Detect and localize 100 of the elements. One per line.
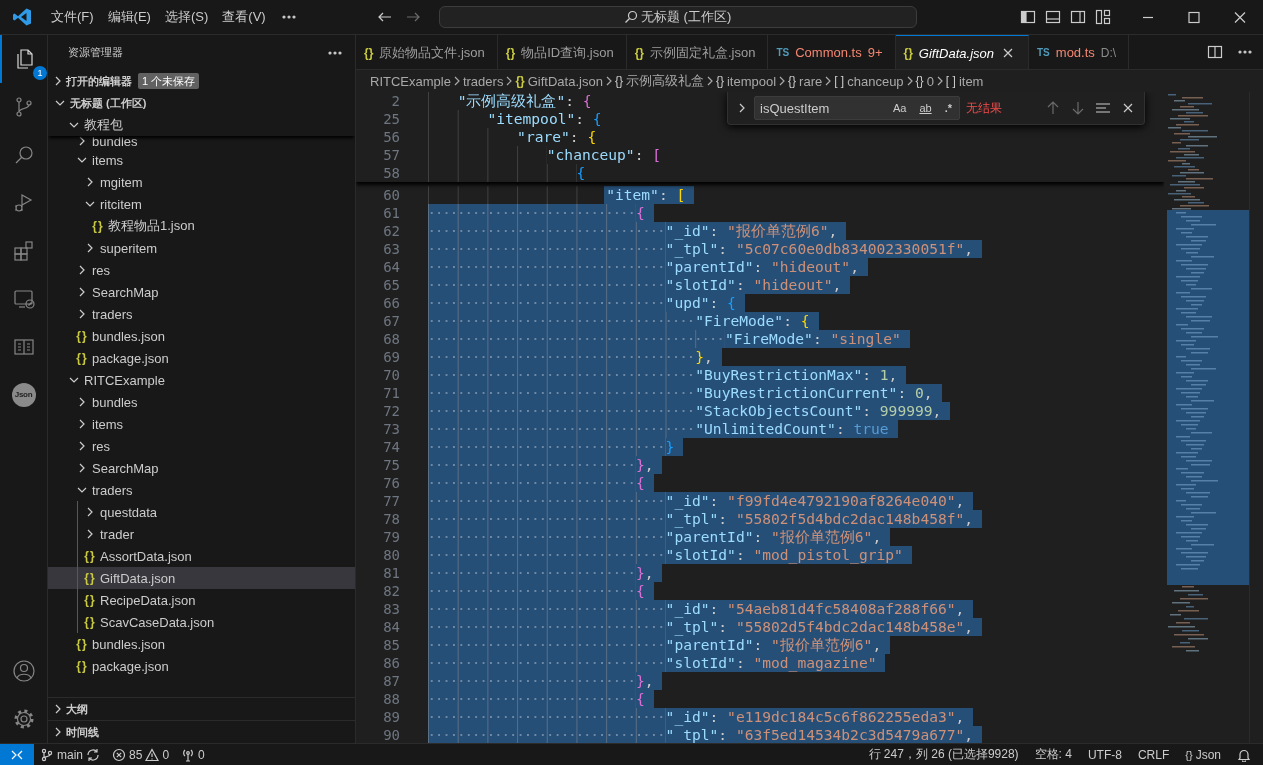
section-header[interactable]: 大纲 (66, 701, 88, 717)
breadcrumb-item[interactable]: {} rare (788, 73, 823, 89)
line-number: 58 (382, 164, 400, 182)
typescript-file-icon: TS (776, 47, 790, 58)
command-center[interactable]: 无标题 (工作区) (438, 6, 917, 28)
cursor-position[interactable]: 行 247，列 26 (已选择9928) (868, 746, 1019, 763)
indentation-item[interactable]: 空格: 4 (1034, 746, 1072, 763)
tree-item[interactable]: mgitem (48, 171, 355, 193)
ports-item[interactable]: 0 (181, 747, 205, 762)
line-number: 56 (382, 128, 400, 146)
line-number: 88 (382, 690, 400, 708)
breadcrumb-item[interactable]: traders (462, 73, 504, 89)
breadcrumb-item[interactable]: {} itempool (715, 73, 777, 89)
lines-icon[interactable] (1095, 100, 1111, 116)
tree-item[interactable]: {} bundles.json (48, 633, 355, 655)
line-number: 82 (382, 582, 400, 600)
active-indicator (0, 35, 2, 83)
option-toggle[interactable]: ab (916, 100, 935, 116)
tree-item[interactable]: items (48, 149, 355, 171)
tree-item[interactable]: {} 教程物品1.json (48, 215, 355, 237)
editor-tab[interactable]: {} GiftData.json (895, 35, 1029, 69)
menu-item[interactable]: 文件(F) (44, 8, 101, 26)
language-mode[interactable]: {} Json (1185, 747, 1221, 762)
line-number: 71 (382, 384, 400, 402)
count-badge: 1 (33, 66, 47, 80)
extensions-icon[interactable] (11, 239, 36, 263)
tree-item[interactable]: RITCExample (48, 369, 355, 391)
json-extension-button[interactable]: Json (11, 383, 36, 407)
code-line: "示例高级礼盒": { (428, 92, 601, 110)
option-toggle[interactable]: .* (941, 100, 955, 116)
secondary-sidebar-icon[interactable] (1070, 9, 1086, 25)
sidebar-layout-icon[interactable] (1020, 9, 1036, 25)
tree-item[interactable]: res (48, 259, 355, 281)
tree-item[interactable]: items (48, 413, 355, 435)
customize-layout-icon[interactable] (1095, 9, 1111, 25)
tree-item[interactable]: 教程包 (48, 114, 355, 136)
menu-item[interactable]: 编辑(E) (100, 8, 158, 26)
tree-item[interactable]: ritcitem (48, 193, 355, 215)
line-number: 89 (382, 708, 400, 726)
line-number: 65 (382, 276, 400, 294)
line-number: 61 (382, 204, 400, 222)
option-toggle[interactable]: Aa (889, 100, 910, 116)
tree-item[interactable]: res (48, 435, 355, 457)
breadcrumb-item[interactable]: {} GiftData.json (515, 73, 603, 89)
bell-icon[interactable] (1237, 747, 1251, 762)
json-file-icon: {} (74, 659, 90, 673)
branch-item[interactable]: main (40, 747, 100, 762)
problems-item[interactable]: 85 0 (112, 747, 170, 762)
line-number: 2 (390, 92, 400, 110)
breadcrumb-item[interactable]: {} 示例高级礼盒 (614, 72, 704, 90)
line-number: 79 (382, 528, 400, 546)
tree-item[interactable]: bundles (48, 136, 355, 149)
line-number: 85 (382, 636, 400, 654)
tree-item[interactable]: {} GiftData.json (48, 567, 355, 589)
arrow-down-icon[interactable] (1070, 100, 1086, 116)
split-editor-icon[interactable] (1207, 44, 1223, 60)
tree-item[interactable]: SearchMap (48, 457, 355, 479)
remote-button[interactable] (0, 743, 34, 765)
section-header[interactable]: 时间线 (66, 724, 99, 740)
tree-item[interactable]: SearchMap (48, 281, 355, 303)
result-text: 无结果 (966, 99, 1002, 117)
json-file-icon: {} (90, 219, 106, 233)
tree-item[interactable]: {} bundles.json (48, 325, 355, 347)
json-file-icon: {} (82, 615, 98, 629)
account-icon[interactable] (11, 659, 36, 683)
tree-item[interactable]: 无标题 (工作区) (48, 92, 355, 114)
json-file-icon: {} (364, 45, 374, 60)
tree-item[interactable]: {} package.json (48, 347, 355, 369)
antenna-icon (181, 747, 196, 762)
tree-item[interactable]: traders (48, 479, 355, 501)
line-number: 78 (382, 510, 400, 528)
tree-item[interactable]: superitem (48, 237, 355, 259)
arrow-up-icon[interactable] (1045, 100, 1061, 116)
json-file-icon: {} (505, 45, 516, 60)
json-file-icon: {} (903, 46, 913, 60)
panel-layout-icon[interactable] (1045, 9, 1061, 25)
line-number: 83 (382, 600, 400, 618)
typescript-file-icon: TS (1037, 47, 1050, 58)
line-number: 76 (382, 474, 400, 492)
encoding-item[interactable]: UTF-8 (1087, 747, 1122, 762)
line-number: 75 (382, 456, 400, 474)
sync-icon (86, 747, 100, 762)
line-ending-item[interactable]: CRLF (1137, 747, 1170, 762)
section-header[interactable]: 打开的编辑器 (66, 73, 132, 89)
breadcrumb-item[interactable]: {} 0 (915, 73, 934, 89)
tree-item[interactable]: bundles (48, 391, 355, 413)
json-file-icon: {} (634, 45, 644, 60)
json-file-icon: {} (74, 351, 90, 365)
breadcrumb-item[interactable]: [ ] item (945, 73, 984, 89)
remote-explorer-icon[interactable] (11, 287, 36, 311)
menu-item[interactable]: 查看(V) (215, 8, 273, 26)
line-number: 66 (382, 294, 400, 312)
breadcrumb-item[interactable]: RITCExample (370, 73, 451, 89)
search-field[interactable]: isQuestItem Aa ab .* (754, 96, 960, 120)
menu-item[interactable]: 选择(S) (157, 8, 216, 26)
breadcrumb-item[interactable]: [ ] chanceup (834, 73, 904, 89)
line-number: 69 (382, 348, 400, 366)
tree-item[interactable]: traders (48, 303, 355, 325)
tree-item[interactable]: {} package.json (48, 655, 355, 677)
json-file-icon: {} (82, 549, 98, 563)
